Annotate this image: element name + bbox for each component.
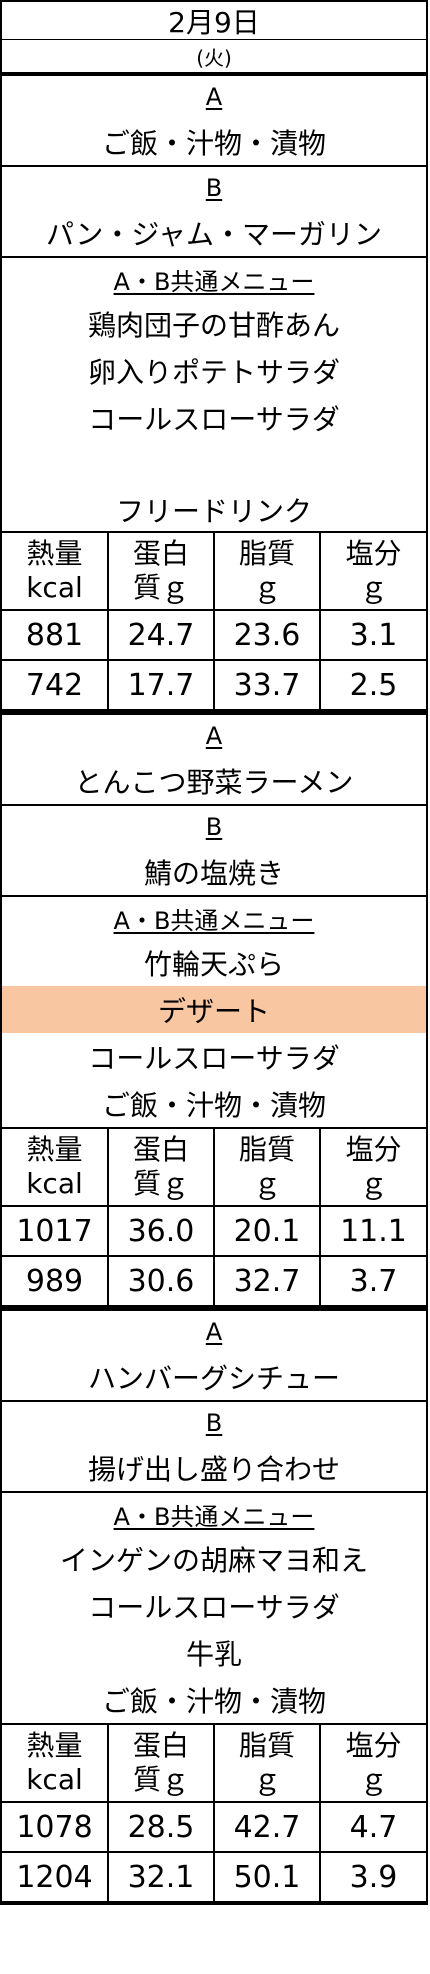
energy-value: 1078 — [2, 1801, 109, 1853]
meal-2-common: A・B共通メニュー 竹輪天ぷら デザート コールスローサラダ ご飯・汁物・漬物 — [2, 897, 426, 1129]
header-salt: 塩分 ｇ — [319, 1725, 426, 1803]
nutrition-table: 熱量 kcal 蛋白 質ｇ 脂質 ｇ 塩分 ｇ 881 24.7 23.6 3.1 74… — [2, 533, 426, 711]
energy-value: 1017 — [2, 1205, 109, 1257]
nutrition-table: 熱量 kcal 蛋白 質ｇ 脂質 ｇ 塩分 ｇ 1017 36.0 20.1 11.1 … — [2, 1129, 426, 1307]
meal-2-b-item: 鯖の塩焼き — [143, 856, 284, 890]
header-energy: 熱量 kcal — [2, 1129, 109, 1207]
header-fat: 脂質 ｇ — [213, 1725, 321, 1803]
meal-3-a-item: ハンバーグシチュー — [87, 1361, 340, 1395]
nutrition-header-row: 熱量 kcal 蛋白 質ｇ 脂質 ｇ 塩分 ｇ — [2, 1725, 426, 1803]
fat-value: 33.7 — [213, 659, 321, 711]
meal-3-common: A・B共通メニュー インゲンの胡麻マヨ和え コールスローサラダ 牛乳 ご飯・汁物… — [2, 1493, 426, 1725]
header-protein: 蛋白 質ｇ — [107, 1129, 215, 1207]
meal-1-common: A・B共通メニュー 鶏肉団子の甘酢あん 卵入りポテトサラダ コールスローサラダ … — [2, 258, 426, 533]
protein-value: 17.7 — [107, 659, 215, 711]
table-row: 1017 36.0 20.1 11.1 — [2, 1205, 426, 1257]
salt-value: 2.5 — [319, 659, 426, 711]
header-energy: 熱量 kcal — [2, 533, 109, 611]
header-energy: 熱量 kcal — [2, 1725, 109, 1803]
meal-3-b-label: B — [205, 1409, 223, 1437]
salt-value: 3.7 — [319, 1255, 426, 1307]
meal-3-common-label: A・B共通メニュー — [113, 1502, 315, 1531]
protein-value: 30.6 — [107, 1255, 215, 1307]
meal-2-a: A とんこつ野菜ラーメン — [2, 715, 426, 806]
meal-1-a-item: ご飯・汁物・漬物 — [101, 126, 326, 160]
meal-1-common-label: A・B共通メニュー — [113, 267, 315, 296]
meal-3-b: B 揚げ出し盛り合わせ — [2, 1402, 426, 1493]
protein-value: 32.1 — [107, 1851, 215, 1903]
meal-1-a-label: A — [205, 83, 223, 111]
meal-2-nutrition: 熱量 kcal 蛋白 質ｇ 脂質 ｇ 塩分 ｇ 1017 36.0 20.1 11.1 … — [2, 1129, 426, 1311]
meal-3-nutrition: 熱量 kcal 蛋白 質ｇ 脂質 ｇ 塩分 ｇ 1078 28.5 42.7 4.7 1… — [2, 1725, 426, 1903]
header-protein: 蛋白 質ｇ — [107, 1725, 215, 1803]
salt-value: 4.7 — [319, 1801, 426, 1853]
nutrition-header-row: 熱量 kcal 蛋白 質ｇ 脂質 ｇ 塩分 ｇ — [2, 533, 426, 611]
fat-value: 23.6 — [213, 609, 321, 661]
energy-value: 881 — [2, 609, 109, 661]
meal-1-common-item: フリードリンク — [115, 494, 312, 528]
meal-3-common-item: インゲンの胡麻マヨ和え — [59, 1543, 368, 1577]
meal-1-common-item: コールスローサラダ — [88, 402, 340, 436]
fat-value: 32.7 — [213, 1255, 321, 1307]
meal-1-common-item — [2, 441, 426, 488]
meal-2-common-item: 竹輪天ぷら — [143, 947, 284, 981]
meal-1-b-item: パン・ジャム・マーガリン — [45, 217, 382, 251]
meal-1-b: B パン・ジャム・マーガリン — [2, 167, 426, 258]
meal-1-a: A ご飯・汁物・漬物 — [2, 76, 426, 167]
meal-2-b: B 鯖の塩焼き — [2, 806, 426, 897]
meal-3-common-item: ご飯・汁物・漬物 — [101, 1684, 326, 1718]
meal-2-common-item: コールスローサラダ — [88, 1041, 340, 1075]
meal-3-a-label: A — [205, 1318, 223, 1346]
table-row: 881 24.7 23.6 3.1 — [2, 609, 426, 661]
header-fat: 脂質 ｇ — [213, 1129, 321, 1207]
table-row: 742 17.7 33.7 2.5 — [2, 659, 426, 711]
table-row: 1078 28.5 42.7 4.7 — [2, 1801, 426, 1853]
date-heading: 2月9日 — [2, 2, 426, 40]
day-of-week: (火) — [2, 40, 426, 76]
meal-1-nutrition: 熱量 kcal 蛋白 質ｇ 脂質 ｇ 塩分 ｇ 881 24.7 23.6 3.1 74… — [2, 533, 426, 715]
header-protein: 蛋白 質ｇ — [107, 533, 215, 611]
menu-page: 2月9日 (火) A ご飯・汁物・漬物 B パン・ジャム・マーガリン A・B共通… — [0, 0, 430, 1974]
salt-value: 3.1 — [319, 609, 426, 661]
meal-3-b-item: 揚げ出し盛り合わせ — [87, 1452, 340, 1486]
meal-2-common-label: A・B共通メニュー — [113, 906, 315, 935]
table-row: 1204 32.1 50.1 3.9 — [2, 1851, 426, 1903]
table-row: 989 30.6 32.7 3.7 — [2, 1255, 426, 1307]
protein-value: 28.5 — [107, 1801, 215, 1853]
protein-value: 24.7 — [107, 609, 215, 661]
energy-value: 989 — [2, 1255, 109, 1307]
energy-value: 1204 — [2, 1851, 109, 1903]
protein-value: 36.0 — [107, 1205, 215, 1257]
header-salt: 塩分 ｇ — [319, 1129, 426, 1207]
meal-3-common-item: コールスローサラダ — [88, 1590, 340, 1624]
meal-2-dessert-item: デザート — [2, 986, 426, 1033]
meal-3-a: A ハンバーグシチュー — [2, 1311, 426, 1402]
salt-value: 3.9 — [319, 1851, 426, 1903]
meal-2-common-item: ご飯・汁物・漬物 — [101, 1088, 326, 1122]
meal-1-b-label: B — [205, 174, 223, 202]
fat-value: 20.1 — [213, 1205, 321, 1257]
nutrition-header-row: 熱量 kcal 蛋白 質ｇ 脂質 ｇ 塩分 ｇ — [2, 1129, 426, 1207]
fat-value: 42.7 — [213, 1801, 321, 1853]
meal-2-a-label: A — [205, 722, 223, 750]
header-fat: 脂質 ｇ — [213, 533, 321, 611]
meal-2-a-item: とんこつ野菜ラーメン — [74, 765, 354, 799]
energy-value: 742 — [2, 659, 109, 711]
nutrition-table: 熱量 kcal 蛋白 質ｇ 脂質 ｇ 塩分 ｇ 1078 28.5 42.7 4.7 1… — [2, 1725, 426, 1903]
menu-sheet: 2月9日 (火) A ご飯・汁物・漬物 B パン・ジャム・マーガリン A・B共通… — [0, 0, 428, 1905]
meal-3-common-item: 牛乳 — [185, 1637, 242, 1671]
meal-2-b-label: B — [205, 813, 223, 841]
fat-value: 50.1 — [213, 1851, 321, 1903]
meal-1-common-item: 卵入りポテトサラダ — [87, 355, 340, 389]
meal-1-common-item: 鶏肉団子の甘酢あん — [87, 308, 340, 342]
salt-value: 11.1 — [319, 1205, 426, 1257]
header-salt: 塩分 ｇ — [319, 533, 426, 611]
